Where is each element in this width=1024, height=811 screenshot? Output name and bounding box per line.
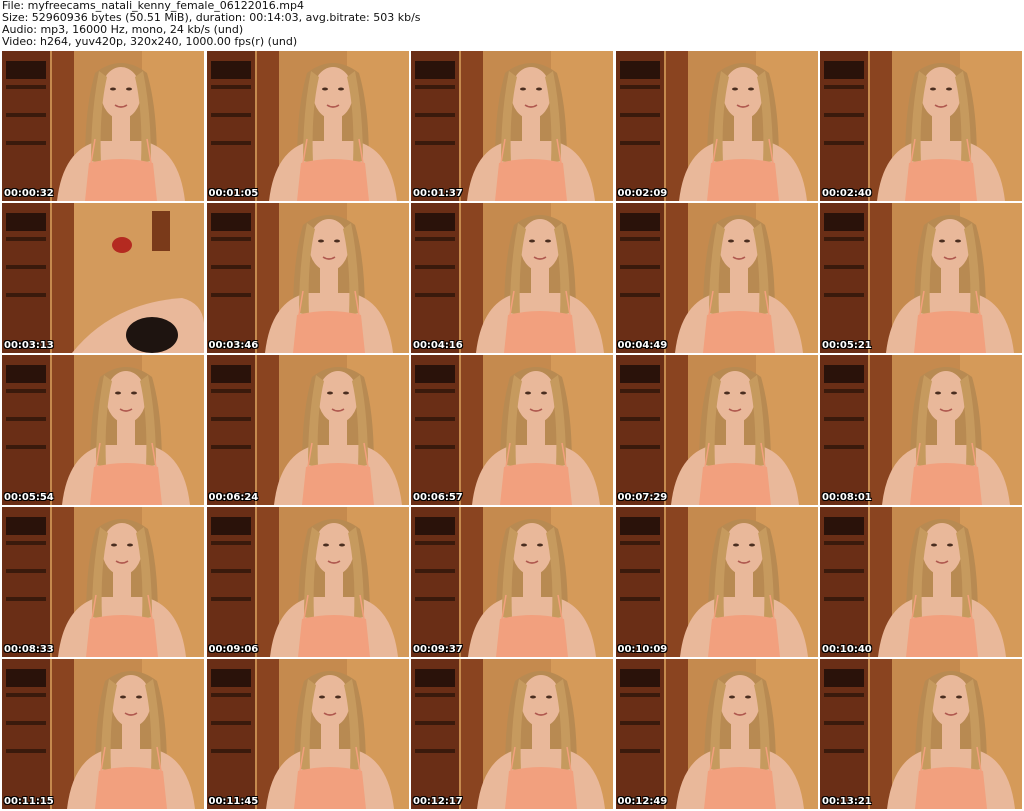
- thumbnail-timestamp: 00:07:29: [617, 492, 668, 503]
- video-thumbnail: 00:13:21: [820, 659, 1022, 809]
- video-thumbnail: 00:04:49: [615, 203, 818, 353]
- video-thumbnail: 00:11:15: [2, 659, 204, 809]
- thumbnail-frame-image: [615, 659, 818, 809]
- thumbnail-frame-image: [820, 203, 1022, 353]
- thumbnail-frame-image: [2, 507, 204, 657]
- thumbnail-timestamp: 00:04:49: [617, 340, 668, 351]
- thumbnail-frame-image: [411, 659, 613, 809]
- video-thumbnail: 00:06:57: [411, 355, 613, 505]
- video-thumbnail: 00:03:46: [206, 203, 409, 353]
- video-thumbnail: 00:05:21: [820, 203, 1022, 353]
- video-thumbnail: 00:02:40: [820, 51, 1022, 201]
- thumbnail-timestamp: 00:06:24: [208, 492, 259, 503]
- thumbnail-frame-image: [820, 355, 1022, 505]
- thumbnail-frame-image: [820, 507, 1022, 657]
- thumbnail-frame-image: [615, 507, 818, 657]
- video-info-line: Video: h264, yuv420p, 320x240, 1000.00 f…: [2, 36, 298, 48]
- thumbnail-timestamp: 00:06:57: [413, 492, 463, 503]
- thumbnail-timestamp: 00:10:09: [617, 644, 668, 655]
- thumbnail-timestamp: 00:05:54: [4, 492, 54, 503]
- video-thumbnail: 00:10:09: [615, 507, 818, 657]
- thumbnail-frame-image: [615, 203, 818, 353]
- video-thumbnail: 00:03:13: [2, 203, 204, 353]
- thumbnail-timestamp: 00:01:05: [208, 188, 259, 199]
- video-thumbnail: 00:10:40: [820, 507, 1022, 657]
- thumbnail-frame-image: [820, 51, 1022, 201]
- thumbnail-timestamp: 00:02:40: [822, 188, 872, 199]
- video-thumbnail: 00:08:33: [2, 507, 204, 657]
- thumbnail-frame-image: [615, 355, 818, 505]
- video-thumbnail: 00:00:32: [2, 51, 204, 201]
- video-thumbnail: 00:02:09: [615, 51, 818, 201]
- thumbnail-timestamp: 00:08:33: [4, 644, 54, 655]
- thumbnail-frame-image: [206, 203, 409, 353]
- file-name-line: File: myfreecams_natali_kenny_female_061…: [2, 0, 304, 12]
- thumbnail-timestamp: 00:01:37: [413, 188, 463, 199]
- thumbnail-timestamp: 00:04:16: [413, 340, 463, 351]
- video-thumbnail: 00:12:49: [615, 659, 818, 809]
- video-thumbnail: 00:04:16: [411, 203, 613, 353]
- thumbnail-frame-image: [411, 507, 613, 657]
- thumbnail-frame-image: [206, 507, 409, 657]
- video-thumbnail: 00:01:05: [206, 51, 409, 201]
- thumbnail-timestamp: 00:05:21: [822, 340, 872, 351]
- video-thumbnail: 00:01:37: [411, 51, 613, 201]
- thumbnail-frame-image: [411, 51, 613, 201]
- video-thumbnail: 00:05:54: [2, 355, 204, 505]
- video-thumbnail: 00:07:29: [615, 355, 818, 505]
- file-info-header: File: myfreecams_natali_kenny_female_061…: [2, 0, 1020, 48]
- video-thumbnail: 00:11:45: [206, 659, 409, 809]
- thumbnail-frame-image: [206, 355, 409, 505]
- file-size-line: Size: 52960936 bytes (50.51 MiB), durati…: [2, 12, 421, 24]
- thumbnail-frame-image: [2, 203, 204, 353]
- thumbnail-timestamp: 00:11:15: [4, 796, 54, 807]
- thumbnail-frame-image: [411, 203, 613, 353]
- thumbnail-frame-image: [2, 659, 204, 809]
- thumbnail-frame-image: [206, 659, 409, 809]
- thumbnail-timestamp: 00:00:32: [4, 188, 54, 199]
- thumbnail-timestamp: 00:08:01: [822, 492, 872, 503]
- thumbnail-timestamp: 00:10:40: [822, 644, 872, 655]
- video-thumbnail: 00:06:24: [206, 355, 409, 505]
- thumbnail-frame-image: [2, 355, 204, 505]
- video-thumbnail: 00:12:17: [411, 659, 613, 809]
- thumbnail-frame-image: [820, 659, 1022, 809]
- thumbnail-timestamp: 00:12:49: [617, 796, 668, 807]
- thumbnail-timestamp: 00:11:45: [208, 796, 259, 807]
- thumbnail-timestamp: 00:02:09: [617, 188, 668, 199]
- thumbnail-frame-image: [615, 51, 818, 201]
- thumbnail-timestamp: 00:03:13: [4, 340, 54, 351]
- video-thumbnail: 00:08:01: [820, 355, 1022, 505]
- video-thumbnail: 00:09:37: [411, 507, 613, 657]
- thumbnail-frame-image: [206, 51, 409, 201]
- thumbnail-timestamp: 00:09:06: [208, 644, 259, 655]
- thumbnail-grid: 00:00:32 00:01:05 00:01:37 00:02:09 00:02:40…: [2, 51, 1022, 809]
- thumbnail-frame-image: [411, 355, 613, 505]
- thumbnail-timestamp: 00:09:37: [413, 644, 463, 655]
- thumbnail-frame-image: [2, 51, 204, 201]
- video-thumbnail: 00:09:06: [206, 507, 409, 657]
- audio-info-line: Audio: mp3, 16000 Hz, mono, 24 kb/s (und…: [2, 24, 244, 36]
- thumbnail-timestamp: 00:13:21: [822, 796, 872, 807]
- thumbnail-timestamp: 00:12:17: [413, 796, 463, 807]
- thumbnail-timestamp: 00:03:46: [208, 340, 259, 351]
